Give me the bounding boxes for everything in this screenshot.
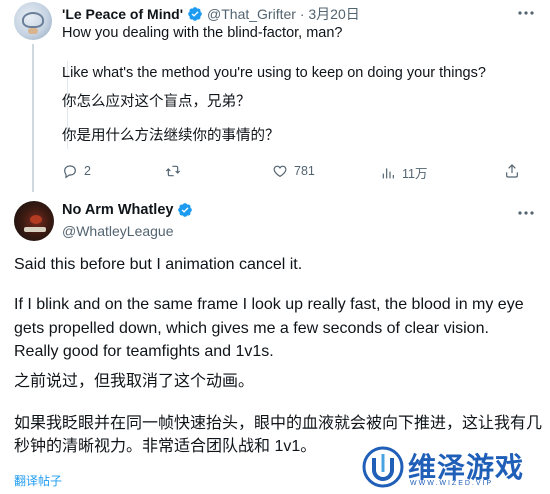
views-button[interactable]: 11万 xyxy=(380,163,427,182)
tweet-paragraph: Said this before but I animation cancel … xyxy=(14,256,303,273)
avatar-doodle xyxy=(22,12,44,28)
handle-and-date[interactable]: @That_Grifter · 3月20日 xyxy=(207,4,360,24)
share-button[interactable] xyxy=(504,163,526,179)
heart-icon xyxy=(273,165,287,178)
action-bar: 2 781 11万 xyxy=(62,163,532,181)
tweet-text-line: How you dealing with the blind-factor, m… xyxy=(62,25,343,41)
reply-count: 2 xyxy=(84,164,91,178)
avatar[interactable] xyxy=(14,201,54,241)
tweet-paragraph-line: If I blink and on the same frame I look … xyxy=(14,296,524,313)
display-name[interactable]: No Arm Whatley xyxy=(62,202,173,218)
avatar-doodle-detail xyxy=(28,28,38,34)
like-count: 781 xyxy=(294,164,315,178)
avatar-eye xyxy=(30,215,42,224)
display-name-row: No Arm Whatley xyxy=(62,202,193,218)
tweet-paragraph-line: 秒钟的清晰视力。非常适合团队战和 1v1。 xyxy=(14,438,317,455)
tweet-header: 'Le Peace of Mind' @That_Grifter · 3月20日 xyxy=(62,5,360,23)
more-options-icon[interactable] xyxy=(516,6,536,20)
verified-badge-icon xyxy=(178,203,193,217)
avatar-teeth xyxy=(24,227,46,232)
translate-post-link[interactable]: 翻译帖子 xyxy=(14,472,62,489)
views-count: 11万 xyxy=(402,167,428,181)
tweet-paragraph: 之前说过，但我取消了这个动画。 xyxy=(14,373,255,390)
watermark-logo-icon xyxy=(362,446,404,488)
tweet-paragraph-line: 如果我眨眼并在同一帧快速抬头，眼中的血液就会被向下推进，这让我有几 xyxy=(14,415,543,432)
tweet-paragraph-line: Really good for teamfights and 1v1s. xyxy=(14,343,274,360)
watermark: 维泽游戏 WWW.WIZED.VIP xyxy=(362,444,542,490)
thread-connector-line xyxy=(32,44,34,192)
handle[interactable]: @WhatleyLeague xyxy=(62,223,174,239)
parent-tweet[interactable]: 'Le Peace of Mind' @That_Grifter · 3月20日… xyxy=(0,0,550,192)
display-name[interactable]: 'Le Peace of Mind' xyxy=(62,6,183,22)
views-chart-icon xyxy=(382,167,394,178)
watermark-subtext: WWW.WIZED.VIP xyxy=(410,480,494,487)
retweet-button[interactable] xyxy=(165,163,187,179)
avatar[interactable] xyxy=(14,2,52,40)
more-options-icon[interactable] xyxy=(516,206,536,220)
like-button[interactable]: 781 xyxy=(272,163,315,179)
reply-icon xyxy=(64,165,76,179)
tweet-text-line: 你怎么应对这个盲点，兄弟？ xyxy=(62,94,251,110)
tweet-text-line: Like what's the method you're using to k… xyxy=(62,65,486,81)
reply-button[interactable]: 2 xyxy=(62,163,91,179)
tweet-paragraph-line: gets propelled down, which gives me a fe… xyxy=(14,320,489,337)
verified-badge-icon xyxy=(188,7,202,21)
retweet-icon xyxy=(165,165,181,177)
tweet-text-line: 你是用什么方法继续你的事情的？ xyxy=(62,128,280,144)
share-icon xyxy=(506,164,518,178)
